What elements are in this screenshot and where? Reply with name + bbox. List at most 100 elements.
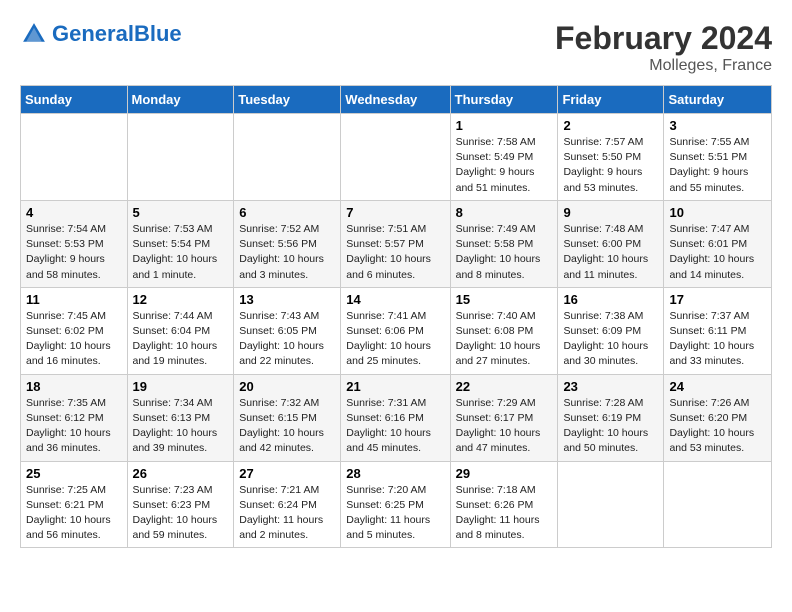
day-number: 3 [669, 118, 766, 133]
day-info: Sunrise: 7:55 AM Sunset: 5:51 PM Dayligh… [669, 135, 766, 196]
day-info: Sunrise: 7:26 AM Sunset: 6:20 PM Dayligh… [669, 396, 766, 457]
day-number: 11 [26, 292, 122, 307]
calendar-cell: 24 Sunrise: 7:26 AM Sunset: 6:20 PM Dayli… [664, 374, 772, 461]
calendar-cell [558, 461, 664, 548]
calendar-cell: 12 Sunrise: 7:44 AM Sunset: 6:04 PM Dayli… [127, 287, 234, 374]
day-info: Sunrise: 7:35 AM Sunset: 6:12 PM Dayligh… [26, 396, 122, 457]
calendar-table: SundayMondayTuesdayWednesdayThursdayFrid… [20, 85, 772, 548]
calendar-header-row: SundayMondayTuesdayWednesdayThursdayFrid… [21, 86, 772, 114]
day-info: Sunrise: 7:34 AM Sunset: 6:13 PM Dayligh… [133, 396, 229, 457]
day-info: Sunrise: 7:45 AM Sunset: 6:02 PM Dayligh… [26, 309, 122, 370]
calendar-cell: 26 Sunrise: 7:23 AM Sunset: 6:23 PM Dayli… [127, 461, 234, 548]
calendar-cell: 19 Sunrise: 7:34 AM Sunset: 6:13 PM Dayli… [127, 374, 234, 461]
day-number: 12 [133, 292, 229, 307]
logo-text: GeneralBlue [52, 23, 182, 45]
day-number: 15 [456, 292, 553, 307]
day-number: 18 [26, 379, 122, 394]
calendar-cell: 8Sunrise: 7:49 AM Sunset: 5:58 PM Daylig… [450, 200, 558, 287]
calendar-cell: 11 Sunrise: 7:45 AM Sunset: 6:02 PM Dayli… [21, 287, 128, 374]
title-block: February 2024 Molleges, France [555, 20, 772, 75]
day-number: 26 [133, 466, 229, 481]
column-header-friday: Friday [558, 86, 664, 114]
column-header-sunday: Sunday [21, 86, 128, 114]
day-number: 2 [563, 118, 658, 133]
day-info: Sunrise: 7:29 AM Sunset: 6:17 PM Dayligh… [456, 396, 553, 457]
calendar-cell: 29 Sunrise: 7:18 AM Sunset: 6:26 PM Dayli… [450, 461, 558, 548]
column-header-wednesday: Wednesday [341, 86, 450, 114]
day-info: Sunrise: 7:21 AM Sunset: 6:24 PM Dayligh… [239, 483, 335, 544]
day-info: Sunrise: 7:43 AM Sunset: 6:05 PM Dayligh… [239, 309, 335, 370]
day-number: 22 [456, 379, 553, 394]
day-number: 9 [563, 205, 658, 220]
calendar-cell: 10Sunrise: 7:47 AM Sunset: 6:01 PM Dayli… [664, 200, 772, 287]
day-info: Sunrise: 7:48 AM Sunset: 6:00 PM Dayligh… [563, 222, 658, 283]
page-header: GeneralBlue February 2024 Molleges, Fran… [20, 20, 772, 75]
calendar-cell: 17 Sunrise: 7:37 AM Sunset: 6:11 PM Dayli… [664, 287, 772, 374]
calendar-week-row: 1 Sunrise: 7:58 AM Sunset: 5:49 PM Daylig… [21, 114, 772, 201]
calendar-cell: 1 Sunrise: 7:58 AM Sunset: 5:49 PM Daylig… [450, 114, 558, 201]
day-number: 17 [669, 292, 766, 307]
day-number: 4 [26, 205, 122, 220]
day-number: 25 [26, 466, 122, 481]
day-number: 7 [346, 205, 444, 220]
calendar-cell: 4 Sunrise: 7:54 AM Sunset: 5:53 PM Daylig… [21, 200, 128, 287]
day-number: 6 [239, 205, 335, 220]
day-info: Sunrise: 7:54 AM Sunset: 5:53 PM Dayligh… [26, 222, 122, 283]
day-info: Sunrise: 7:25 AM Sunset: 6:21 PM Dayligh… [26, 483, 122, 544]
day-info: Sunrise: 7:40 AM Sunset: 6:08 PM Dayligh… [456, 309, 553, 370]
calendar-cell [341, 114, 450, 201]
day-info: Sunrise: 7:51 AM Sunset: 5:57 PM Dayligh… [346, 222, 444, 283]
day-number: 5 [133, 205, 229, 220]
column-header-tuesday: Tuesday [234, 86, 341, 114]
calendar-cell [234, 114, 341, 201]
calendar-week-row: 11 Sunrise: 7:45 AM Sunset: 6:02 PM Dayli… [21, 287, 772, 374]
calendar-cell: 2Sunrise: 7:57 AM Sunset: 5:50 PM Daylig… [558, 114, 664, 201]
calendar-cell: 3 Sunrise: 7:55 AM Sunset: 5:51 PM Daylig… [664, 114, 772, 201]
calendar-cell: 6Sunrise: 7:52 AM Sunset: 5:56 PM Daylig… [234, 200, 341, 287]
calendar-cell: 7 Sunrise: 7:51 AM Sunset: 5:57 PM Daylig… [341, 200, 450, 287]
calendar-cell: 23Sunrise: 7:28 AM Sunset: 6:19 PM Dayli… [558, 374, 664, 461]
day-info: Sunrise: 7:18 AM Sunset: 6:26 PM Dayligh… [456, 483, 553, 544]
day-info: Sunrise: 7:23 AM Sunset: 6:23 PM Dayligh… [133, 483, 229, 544]
month-year-title: February 2024 [555, 20, 772, 57]
location-subtitle: Molleges, France [555, 57, 772, 75]
day-number: 29 [456, 466, 553, 481]
day-number: 14 [346, 292, 444, 307]
day-number: 24 [669, 379, 766, 394]
calendar-week-row: 4 Sunrise: 7:54 AM Sunset: 5:53 PM Daylig… [21, 200, 772, 287]
day-info: Sunrise: 7:44 AM Sunset: 6:04 PM Dayligh… [133, 309, 229, 370]
calendar-cell: 28 Sunrise: 7:20 AM Sunset: 6:25 PM Dayli… [341, 461, 450, 548]
calendar-week-row: 25 Sunrise: 7:25 AM Sunset: 6:21 PM Dayli… [21, 461, 772, 548]
calendar-cell: 22 Sunrise: 7:29 AM Sunset: 6:17 PM Dayli… [450, 374, 558, 461]
day-info: Sunrise: 7:37 AM Sunset: 6:11 PM Dayligh… [669, 309, 766, 370]
calendar-cell: 25 Sunrise: 7:25 AM Sunset: 6:21 PM Dayli… [21, 461, 128, 548]
column-header-monday: Monday [127, 86, 234, 114]
day-number: 28 [346, 466, 444, 481]
calendar-cell: 14 Sunrise: 7:41 AM Sunset: 6:06 PM Dayli… [341, 287, 450, 374]
logo: GeneralBlue [20, 20, 182, 48]
column-header-thursday: Thursday [450, 86, 558, 114]
day-info: Sunrise: 7:49 AM Sunset: 5:58 PM Dayligh… [456, 222, 553, 283]
day-info: Sunrise: 7:41 AM Sunset: 6:06 PM Dayligh… [346, 309, 444, 370]
calendar-cell: 15 Sunrise: 7:40 AM Sunset: 6:08 PM Dayli… [450, 287, 558, 374]
calendar-cell: 13 Sunrise: 7:43 AM Sunset: 6:05 PM Dayli… [234, 287, 341, 374]
calendar-cell: 27Sunrise: 7:21 AM Sunset: 6:24 PM Dayli… [234, 461, 341, 548]
calendar-cell: 16Sunrise: 7:38 AM Sunset: 6:09 PM Dayli… [558, 287, 664, 374]
day-number: 21 [346, 379, 444, 394]
logo-icon [20, 20, 48, 48]
calendar-cell: 9 Sunrise: 7:48 AM Sunset: 6:00 PM Daylig… [558, 200, 664, 287]
calendar-cell [127, 114, 234, 201]
day-number: 13 [239, 292, 335, 307]
calendar-cell [664, 461, 772, 548]
calendar-cell: 18 Sunrise: 7:35 AM Sunset: 6:12 PM Dayli… [21, 374, 128, 461]
column-header-saturday: Saturday [664, 86, 772, 114]
day-number: 10 [669, 205, 766, 220]
day-info: Sunrise: 7:28 AM Sunset: 6:19 PM Dayligh… [563, 396, 658, 457]
day-info: Sunrise: 7:20 AM Sunset: 6:25 PM Dayligh… [346, 483, 444, 544]
day-info: Sunrise: 7:31 AM Sunset: 6:16 PM Dayligh… [346, 396, 444, 457]
day-info: Sunrise: 7:38 AM Sunset: 6:09 PM Dayligh… [563, 309, 658, 370]
day-number: 1 [456, 118, 553, 133]
day-info: Sunrise: 7:58 AM Sunset: 5:49 PM Dayligh… [456, 135, 553, 196]
calendar-week-row: 18 Sunrise: 7:35 AM Sunset: 6:12 PM Dayli… [21, 374, 772, 461]
day-number: 19 [133, 379, 229, 394]
